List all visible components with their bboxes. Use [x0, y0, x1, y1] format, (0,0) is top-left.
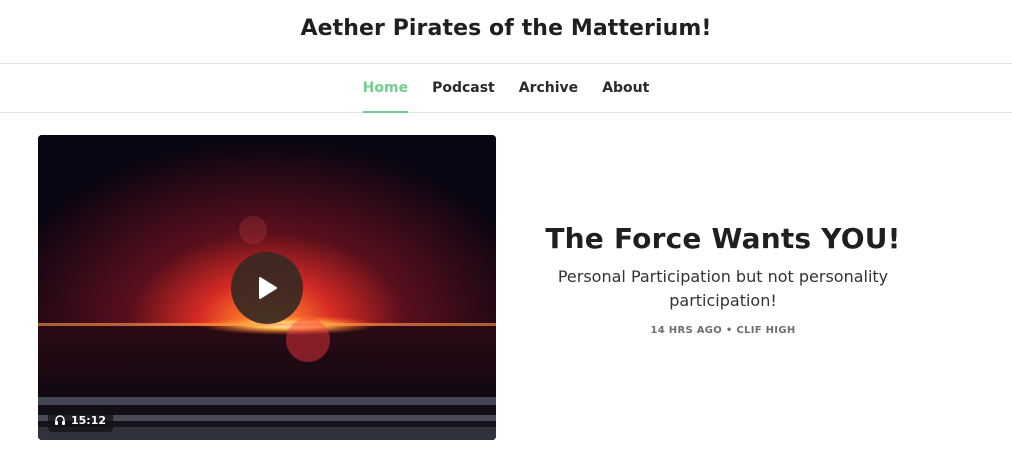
- post-cover-image[interactable]: 15:12: [38, 135, 496, 440]
- nav-item-archive[interactable]: Archive: [519, 64, 578, 112]
- nav-item-about[interactable]: About: [602, 64, 649, 112]
- meta-separator: •: [725, 325, 733, 336]
- nav-item-podcast[interactable]: Podcast: [432, 64, 495, 112]
- play-icon: [259, 277, 277, 299]
- site-header: Aether Pirates of the Matterium!: [0, 0, 1012, 64]
- duration-badge: 15:12: [48, 408, 114, 432]
- post-subtitle: Personal Participation but not personali…: [557, 267, 889, 310]
- site-title[interactable]: Aether Pirates of the Matterium!: [300, 16, 711, 41]
- post-meta: 14 HRS AGO • CLIF HIGH: [528, 325, 918, 336]
- post-info: The Force Wants YOU! Personal Participat…: [528, 222, 918, 336]
- post-title[interactable]: The Force Wants YOU!: [528, 222, 918, 255]
- post-author[interactable]: CLIF HIGH: [736, 325, 795, 336]
- duration-text: 15:12: [71, 413, 107, 427]
- headphones-icon: [55, 415, 65, 425]
- post-age: 14 HRS AGO: [650, 325, 723, 336]
- main-nav: Home Podcast Archive About: [0, 64, 1012, 113]
- play-button[interactable]: [231, 252, 303, 324]
- nav-item-home[interactable]: Home: [362, 64, 409, 113]
